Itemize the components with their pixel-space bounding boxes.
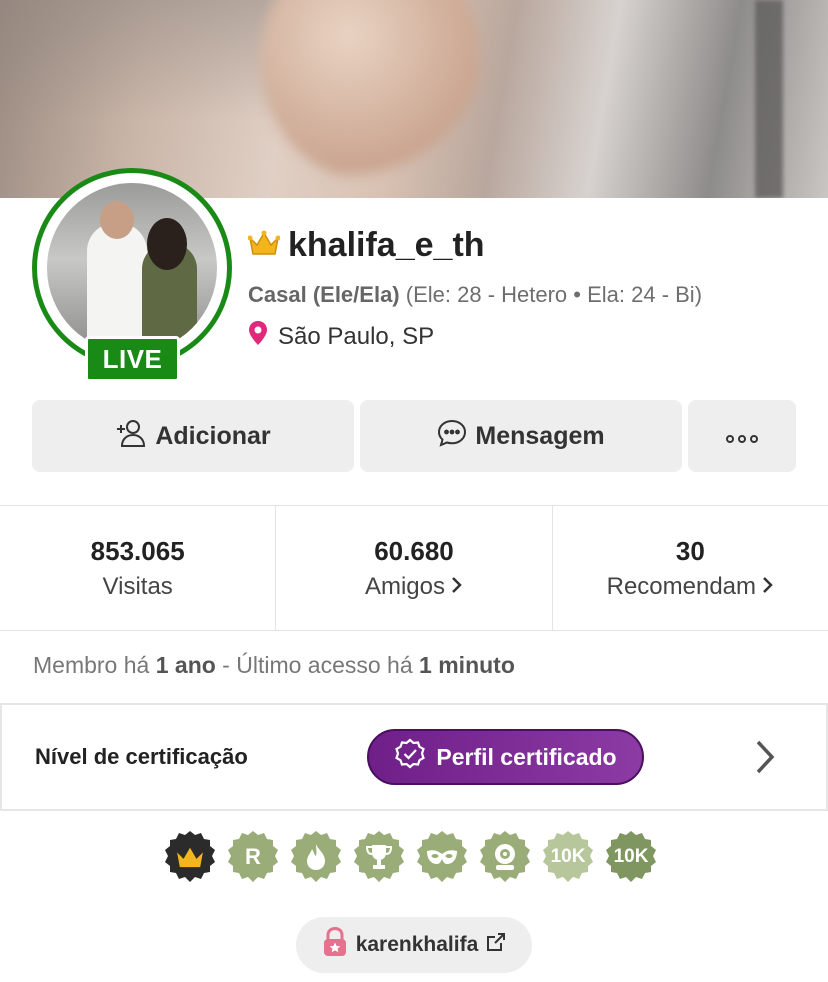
username: khalifa_e_th [288,226,485,264]
10k-badge-icon[interactable]: 10K [541,830,595,884]
last-access: 1 minuto [419,652,515,678]
stat-friends[interactable]: 60.680 Amigos [276,506,553,630]
stat-value: 30 [675,535,705,566]
badges-row: R 10K 10K [163,830,658,884]
location-text: São Paulo, SP [278,322,435,350]
r-badge-icon[interactable]: R [226,830,280,884]
onlyfans-lock-icon [322,926,348,963]
stats-bar: 853.065 Visitas 60.680 Amigos 30 Recomen… [0,505,828,631]
stat-label: Amigos [364,572,445,600]
mask-badge-icon[interactable] [415,830,469,884]
more-dots-icon [724,422,760,451]
badge-text: 10K [550,846,586,867]
profile-details: (Ele: 28 - Hetero • Ela: 24 - Bi) [405,282,703,307]
stat-value: 853.065 [90,535,185,566]
social-handle: karenkhalifa [355,933,479,956]
stat-label: Recomendam [606,572,757,600]
add-friend-label: Adicionar [155,421,271,450]
crown-badge-icon[interactable] [163,830,217,884]
stat-recommend[interactable]: 30 Recomendam [553,506,828,630]
certified-label: Perfil certificado [436,743,617,770]
more-options-button[interactable] [688,400,796,472]
add-user-icon [115,419,147,454]
10k-badge-icon[interactable]: 10K [604,830,658,884]
member-since: 1 ano [155,652,216,678]
location-pin-icon [248,320,268,353]
certification-row[interactable]: Nível de certificação Perfil certificado [0,703,828,811]
badge-text: R [245,844,261,869]
flame-badge-icon[interactable] [289,830,343,884]
avatar-image [47,183,217,353]
certified-badge[interactable]: Perfil certificado [367,729,644,785]
location: São Paulo, SP [248,320,434,353]
stat-visits: 853.065 Visitas [0,506,277,630]
crown-icon [247,230,281,261]
social-link-button[interactable]: karenkhalifa [296,917,532,973]
message-button[interactable]: Mensagem [360,400,682,472]
trophy-badge-icon[interactable] [352,830,406,884]
add-friend-button[interactable]: Adicionar [32,400,354,472]
chevron-right-icon [762,573,774,601]
live-badge[interactable]: LIVE [85,336,180,382]
member-mid: - Último acesso há [215,652,420,678]
webcam-badge-icon[interactable] [478,830,532,884]
stat-label: Visitas [102,572,173,600]
chevron-right-icon [754,739,776,780]
member-info: Membro há 1 ano - Último acesso há 1 min… [33,652,515,679]
member-prefix: Membro há [33,652,156,678]
profile-type: Casal (Ele/Ela) [248,282,400,307]
verified-seal-icon [394,738,426,776]
certification-label: Nível de certificação [35,744,248,769]
stat-value: 60.680 [374,535,454,566]
external-link-icon [486,932,506,958]
chat-bubble-icon [437,419,467,454]
profile-meta: Casal (Ele/Ela) (Ele: 28 - Hetero • Ela:… [248,282,702,308]
badge-text: 10K [613,846,649,867]
chevron-right-icon [451,573,463,601]
message-label: Mensagem [475,421,605,450]
